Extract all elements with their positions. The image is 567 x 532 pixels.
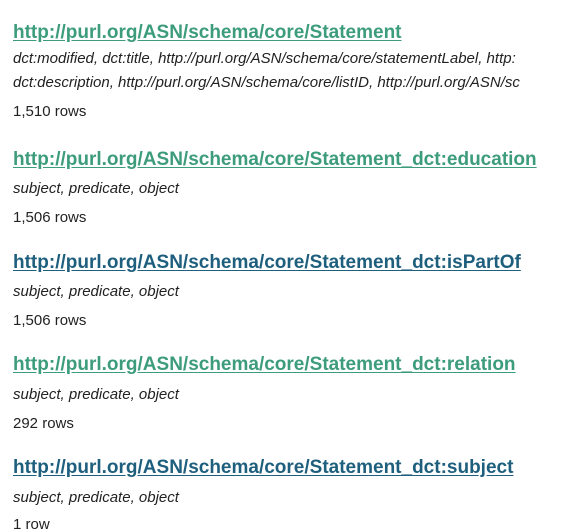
table-link[interactable]: http://purl.org/ASN/schema/core/Statemen…: [13, 251, 567, 275]
table-link[interactable]: http://purl.org/ASN/schema/core/Statemen…: [13, 148, 567, 172]
table-entry: http://purl.org/ASN/schema/core/Statemen…: [13, 353, 567, 436]
table-entry: http://purl.org/ASN/schema/core/Statemen…: [13, 21, 567, 124]
table-link[interactable]: http://purl.org/ASN/schema/core/Statemen…: [13, 353, 567, 377]
table-entry: http://purl.org/ASN/schema/core/Statemen…: [13, 148, 567, 230]
table-entry: http://purl.org/ASN/schema/core/Statemen…: [13, 456, 567, 532]
column-list: dct:description, http://purl.org/ASN/sch…: [13, 74, 520, 91]
table-link[interactable]: http://purl.org/ASN/schema/core/Statemen…: [13, 456, 567, 480]
row-count: 292 rows: [13, 415, 74, 432]
row-count: 1,506 rows: [13, 312, 87, 329]
table-link[interactable]: http://purl.org/ASN/schema/core/Statemen…: [13, 21, 567, 45]
row-count: 1 row: [13, 516, 50, 532]
table-entry: http://purl.org/ASN/schema/core/Statemen…: [13, 251, 567, 333]
column-list: dct:modified, dct:title, http://purl.org…: [13, 50, 516, 67]
row-count: 1,510 rows: [13, 103, 87, 120]
row-count: 1,506 rows: [13, 209, 87, 226]
column-list: subject, predicate, object: [13, 489, 179, 506]
column-list: subject, predicate, object: [13, 386, 179, 403]
column-list: subject, predicate, object: [13, 180, 179, 197]
column-list: subject, predicate, object: [13, 283, 179, 300]
